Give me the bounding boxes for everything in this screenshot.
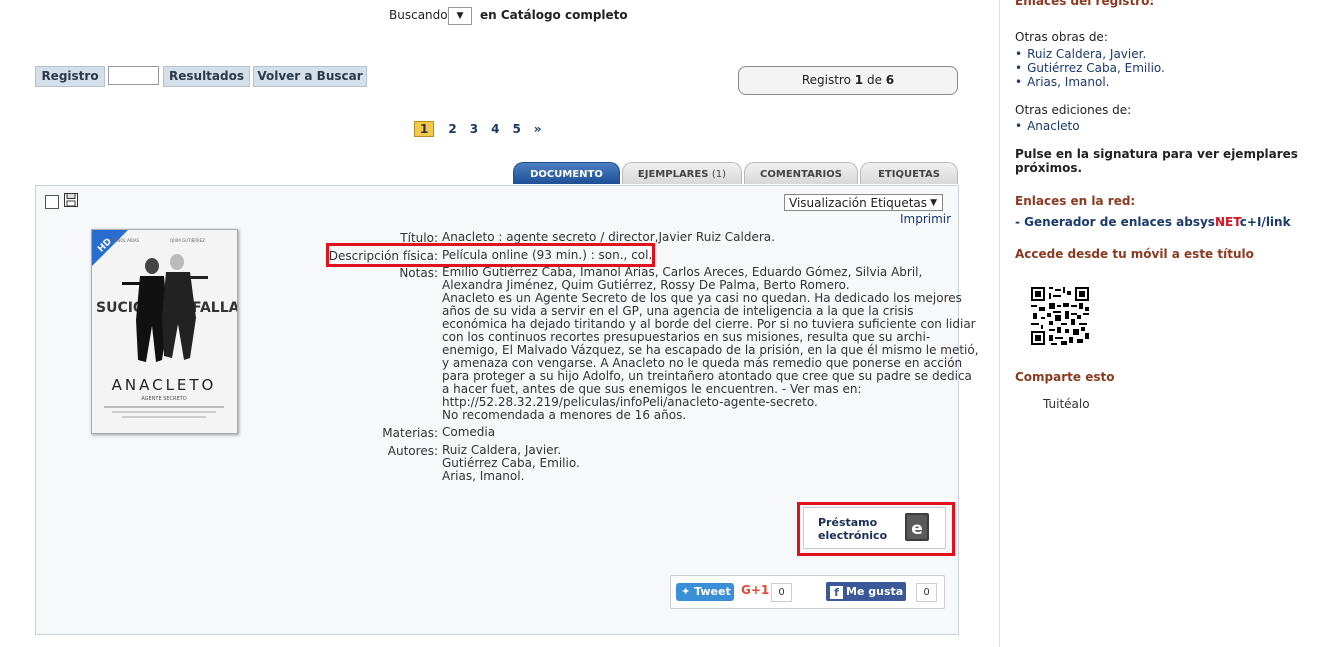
poster-actor-left: IMANOL ARIAS	[110, 238, 139, 243]
tab-etiquetas[interactable]: ETIQUETAS	[860, 162, 958, 184]
materias-value[interactable]: Comedia	[442, 426, 495, 439]
tab-comentarios[interactable]: COMENTARIOS	[744, 162, 858, 184]
tab-ejemplares-label: EJEMPLARES	[637, 169, 709, 180]
svg-text:e: e	[911, 519, 923, 539]
twitter-bird-icon: ✦	[681, 585, 691, 598]
record-counter: Registro 1 de 6	[738, 66, 958, 95]
view-mode-select[interactable]: Visualización Etiquetas ▼	[784, 194, 943, 211]
cover-art: HD IMANOL ARIAS QUIM GUTIÉRREZ SUCIO FAL…	[92, 230, 237, 433]
otras-obras-list: Ruiz Caldera, Javier. Gutiérrez Caba, Em…	[1015, 47, 1165, 89]
page-next[interactable]: »	[534, 122, 542, 136]
page-link[interactable]: 3	[470, 122, 478, 136]
materias-label: Materias:	[382, 426, 438, 440]
prestamo-line2: electrónico	[818, 529, 888, 542]
record-counter-of: de	[866, 73, 882, 87]
enlaces-registro-heading: Enlaces del registro:	[1015, 0, 1155, 8]
resultados-button[interactable]: Resultados	[163, 66, 250, 87]
autor-link[interactable]: Arias, Imanol.	[442, 470, 580, 483]
registro-button[interactable]: Registro	[35, 66, 105, 87]
registro-number-input[interactable]	[108, 66, 159, 85]
tweet-label: Tweet	[694, 585, 731, 598]
poster-art-right: FALLA	[192, 300, 237, 316]
poster-actor-right: QUIM GUTIÉRREZ	[170, 238, 205, 243]
tuitealo-link[interactable]: Tuitéalo	[1043, 397, 1090, 411]
buscando-label: Buscando	[389, 8, 448, 22]
otras-obras-link[interactable]: Gutiérrez Caba, Emilio.	[1015, 61, 1165, 75]
otras-ediciones-list: Anacleto	[1015, 119, 1080, 133]
tab-ejemplares-count: (1)	[711, 169, 727, 180]
imprimir-link[interactable]: Imprimir	[900, 212, 951, 226]
ebook-icon: e	[905, 513, 929, 541]
facebook-icon: f	[830, 586, 843, 599]
gplus-count: 0	[771, 583, 792, 602]
otras-obras-link[interactable]: Arias, Imanol.	[1015, 75, 1165, 89]
notas-line: No recomendada a menores de 16 años.	[442, 408, 687, 422]
notas-value: Emilio Gutiérrez Caba, Imanol Arias, Car…	[442, 266, 979, 422]
autores-label: Autores:	[387, 444, 438, 458]
page-link[interactable]: 5	[512, 122, 520, 136]
record-counter-total: 6	[885, 73, 895, 87]
column-divider	[999, 0, 1000, 647]
prestamo-label: Préstamo electrónico	[818, 516, 887, 542]
gen-net: NET	[1214, 215, 1240, 229]
gen-suffix: c+I/link	[1239, 215, 1291, 229]
select-record-checkbox[interactable]	[45, 195, 59, 209]
comparte-heading: Comparte esto	[1015, 370, 1115, 384]
tab-ejemplares[interactable]: EJEMPLARES (1)	[622, 162, 742, 184]
facebook-count: 0	[916, 583, 937, 602]
facebook-like-button[interactable]: f Me gusta	[826, 582, 906, 601]
tab-documento[interactable]: DOCUMENTO	[513, 162, 620, 184]
generador-enlaces-link[interactable]: - Generador de enlaces absysNETc+I/link	[1015, 215, 1291, 229]
page-link[interactable]: 4	[491, 122, 499, 136]
chevron-down-icon: ▼	[930, 198, 937, 208]
volver-a-buscar-button[interactable]: Volver a Buscar	[253, 66, 367, 87]
search-scope-label: en Catálogo completo	[480, 8, 628, 22]
notas-label: Notas:	[399, 266, 438, 280]
qr-code-icon	[1031, 287, 1089, 345]
gplus-button[interactable]: G+1	[741, 583, 769, 597]
cover-image: HD IMANOL ARIAS QUIM GUTIÉRREZ SUCIO FAL…	[91, 229, 238, 434]
view-mode-value: Visualización Etiquetas	[789, 196, 928, 210]
descripcion-label: Descripción física:	[328, 249, 438, 263]
descripcion-value: Película online (93 min.) : son., col.	[442, 248, 653, 262]
pagination: 1 2 3 4 5 »	[414, 121, 555, 137]
record-counter-label: Registro	[801, 73, 851, 87]
otras-ediciones-link[interactable]: Anacleto	[1015, 119, 1080, 133]
prestamo-line1: Préstamo	[818, 516, 878, 529]
otras-obras-label: Otras obras de:	[1015, 30, 1108, 44]
gen-prefix: - Generador de enlaces absys	[1015, 215, 1215, 229]
movil-heading: Accede desde tu móvil a este título	[1015, 247, 1254, 261]
signatura-hint: Pulse en la signatura para ver ejemplare…	[1015, 147, 1298, 175]
autores-value: Ruiz Caldera, Javier. Gutiérrez Caba, Em…	[442, 444, 580, 483]
tweet-button[interactable]: ✦ Tweet	[676, 583, 734, 601]
otras-obras-link[interactable]: Ruiz Caldera, Javier.	[1015, 47, 1165, 61]
poster-title: ANACLETO	[112, 376, 217, 394]
page-link[interactable]: 2	[448, 122, 456, 136]
search-scope-select[interactable]: ▼	[448, 7, 472, 25]
poster-subtitle: AGENTE SECRETO	[141, 396, 186, 402]
facebook-like-label: Me gusta	[846, 585, 904, 598]
save-icon[interactable]	[64, 193, 78, 207]
record-counter-current: 1	[854, 73, 864, 87]
page-current: 1	[414, 121, 435, 137]
enlaces-red-heading: Enlaces en la red:	[1015, 194, 1136, 208]
otras-ediciones-label: Otras ediciones de:	[1015, 103, 1132, 117]
